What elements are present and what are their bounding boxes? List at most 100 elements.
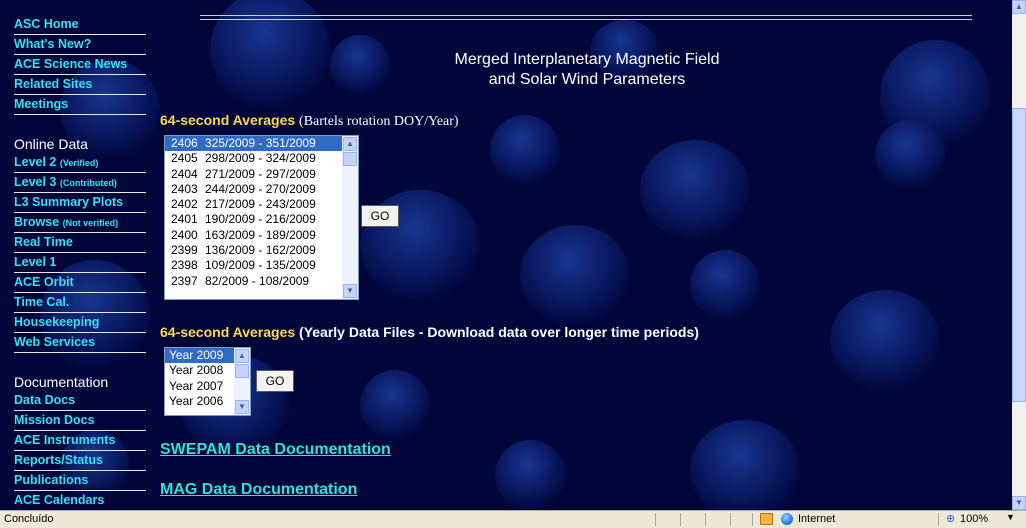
status-divider (730, 513, 731, 526)
background-bubble (830, 290, 940, 390)
rotation-number: 2405 (171, 151, 198, 166)
status-divider (938, 513, 939, 526)
listbox-scrollbar[interactable]: ▲ ▼ (342, 136, 358, 299)
chevron-down-icon[interactable]: ▼ (343, 284, 357, 298)
listbox-scroll-thumb[interactable] (235, 364, 249, 378)
page-title-line-1: Merged Interplanetary Magnetic Field (454, 51, 720, 68)
nav-heading-online-data: Online Data (14, 136, 88, 152)
rotation-option[interactable]: 2406 325/2009 - 351/2009 (165, 136, 358, 152)
security-zone-label: Internet (798, 513, 836, 525)
zoom-icon[interactable]: ⊕ (946, 512, 955, 525)
rotation-option[interactable]: 2405 298/2009 - 324/2009 (165, 151, 358, 166)
section-heading-label: 64-second Averages (160, 324, 296, 340)
rotation-number: 2403 (171, 181, 198, 196)
rotation-option[interactable]: 2401 190/2009 - 216/2009 (165, 212, 358, 227)
section-heading-note: (Bartels rotation DOY/Year) (299, 114, 459, 129)
browser-vertical-scrollbar[interactable]: ▲ ▼ (1012, 0, 1026, 510)
nav-real-time[interactable]: Real Time (14, 233, 146, 253)
status-text: Concluído (4, 513, 54, 525)
chevron-up-icon[interactable]: ▲ (235, 349, 249, 363)
background-bubble (495, 440, 565, 510)
status-divider (680, 513, 681, 526)
rotation-number: 2399 (171, 243, 198, 258)
rotation-option[interactable]: 2397 82/2009 - 108/2009 (165, 274, 358, 289)
yearly-files-listbox[interactable]: Year 2009 Year 2008 Year 2007 Year 2006 ▲ ▼ (164, 347, 251, 416)
nav-l3-summary-plots[interactable]: L3 Summary Plots (14, 193, 146, 213)
chevron-down-icon[interactable]: ▼ (235, 400, 249, 414)
rotation-doy-range: 163/2009 - 189/2009 (205, 227, 316, 242)
rotation-option[interactable]: 2403 244/2009 - 270/2009 (165, 182, 358, 197)
mag-data-documentation-link[interactable]: MAG Data Documentation (160, 481, 357, 499)
rotation-doy-range: 109/2009 - 135/2009 (205, 258, 316, 273)
background-bubble (690, 250, 760, 320)
bartels-rotation-listbox[interactable]: 2406 325/2009 - 351/2009 2405 298/2009 - 32… (164, 135, 359, 300)
nav-meetings[interactable]: Meetings (14, 95, 146, 115)
nav-housekeeping[interactable]: Housekeeping (14, 313, 146, 333)
nav-level-1[interactable]: Level 1 (14, 253, 146, 273)
nav-whats-new[interactable]: What's New? (14, 35, 146, 55)
chevron-down-icon[interactable]: ▼ (1006, 512, 1015, 522)
status-divider (705, 513, 706, 526)
nav-level-2[interactable]: Level 2 (Verified) (14, 153, 146, 173)
internet-globe-icon (781, 513, 793, 525)
background-bubble (490, 115, 560, 185)
browser-scroll-thumb[interactable] (1012, 108, 1026, 402)
top-horizontal-rule (200, 15, 972, 20)
go-button-yearly[interactable]: GO (256, 370, 294, 392)
nav-browse[interactable]: Browse (Not verified) (14, 213, 146, 233)
nav-ace-orbit[interactable]: ACE Orbit (14, 273, 146, 293)
section-heading-bartels: 64-second Averages (Bartels rotation DOY… (160, 112, 459, 130)
rotation-option[interactable]: 2402 217/2009 - 243/2009 (165, 197, 358, 212)
nav-ace-instruments[interactable]: ACE Instruments (14, 431, 146, 451)
nav-web-services[interactable]: Web Services (14, 333, 146, 353)
left-nav: ASC Home What's New? ACE Science News Re… (0, 0, 150, 510)
rotation-number: 2400 (171, 227, 198, 242)
nav-related-sites[interactable]: Related Sites (14, 75, 146, 95)
section-heading-yearly: 64-second Averages (Yearly Data Files - … (160, 324, 699, 340)
nav-data-docs[interactable]: Data Docs (14, 391, 146, 411)
background-bubble (640, 140, 750, 240)
go-button-bartels[interactable]: GO (361, 205, 399, 227)
rotation-doy-range: 82/2009 - 108/2009 (205, 273, 310, 288)
nav-asc-home[interactable]: ASC Home (14, 15, 146, 35)
zoom-level[interactable]: 100% (960, 513, 988, 525)
background-bubble (690, 420, 800, 510)
rotation-number: 2406 (171, 136, 198, 150)
page-viewport: ASC Home What's New? ACE Science News Re… (0, 0, 1012, 510)
rotation-doy-range: 271/2009 - 297/2009 (205, 166, 316, 181)
nav-level-3[interactable]: Level 3 (Contributed) (14, 173, 146, 193)
background-bubble (875, 120, 945, 190)
nav-publications[interactable]: Publications (14, 471, 146, 491)
status-divider (655, 513, 656, 526)
browser-status-bar: Concluído Internet ⊕ 100% ▼ (0, 510, 1026, 528)
rotation-doy-range: 217/2009 - 243/2009 (205, 197, 316, 212)
page-title-line-2: and Solar Wind Parameters (488, 71, 686, 88)
listbox-scrollbar[interactable]: ▲ ▼ (234, 348, 250, 415)
background-bubble (360, 370, 430, 440)
chevron-down-icon[interactable]: ▼ (1012, 496, 1026, 510)
rotation-option[interactable]: 2404 271/2009 - 297/2009 (165, 167, 358, 182)
rotation-option[interactable]: 2399 136/2009 - 162/2009 (165, 243, 358, 258)
rotation-option[interactable]: 2400 163/2009 - 189/2009 (165, 228, 358, 243)
rotation-number: 2398 (171, 258, 198, 273)
rotation-doy-range: 325/2009 - 351/2009 (205, 136, 316, 150)
rotation-doy-range: 298/2009 - 324/2009 (205, 151, 316, 166)
nav-heading-documentation: Documentation (14, 374, 109, 390)
nav-reports-status[interactable]: Reports/Status (14, 451, 146, 471)
nav-mission-docs[interactable]: Mission Docs (14, 411, 146, 431)
chevron-up-icon[interactable]: ▲ (343, 137, 357, 151)
rotation-number: 2404 (171, 166, 198, 181)
listbox-scroll-thumb[interactable] (343, 152, 357, 166)
background-bubble (520, 225, 630, 325)
rotation-doy-range: 190/2009 - 216/2009 (205, 212, 316, 227)
chevron-up-icon[interactable]: ▲ (1012, 0, 1026, 14)
nav-ace-calendars[interactable]: ACE Calendars (14, 491, 146, 510)
rotation-option[interactable]: 2398 109/2009 - 135/2009 (165, 258, 358, 273)
swepam-data-documentation-link[interactable]: SWEPAM Data Documentation (160, 441, 391, 459)
nav-ace-science-news[interactable]: ACE Science News (14, 55, 146, 75)
nav-time-cal[interactable]: Time Cal. (14, 293, 146, 313)
listbox-options: 2406 325/2009 - 351/2009 2405 298/2009 - 32… (165, 136, 358, 289)
rotation-number: 2402 (171, 197, 198, 212)
security-zone-icon[interactable] (760, 513, 773, 525)
section-heading-note: (Yearly Data Files - Download data over … (299, 324, 699, 340)
